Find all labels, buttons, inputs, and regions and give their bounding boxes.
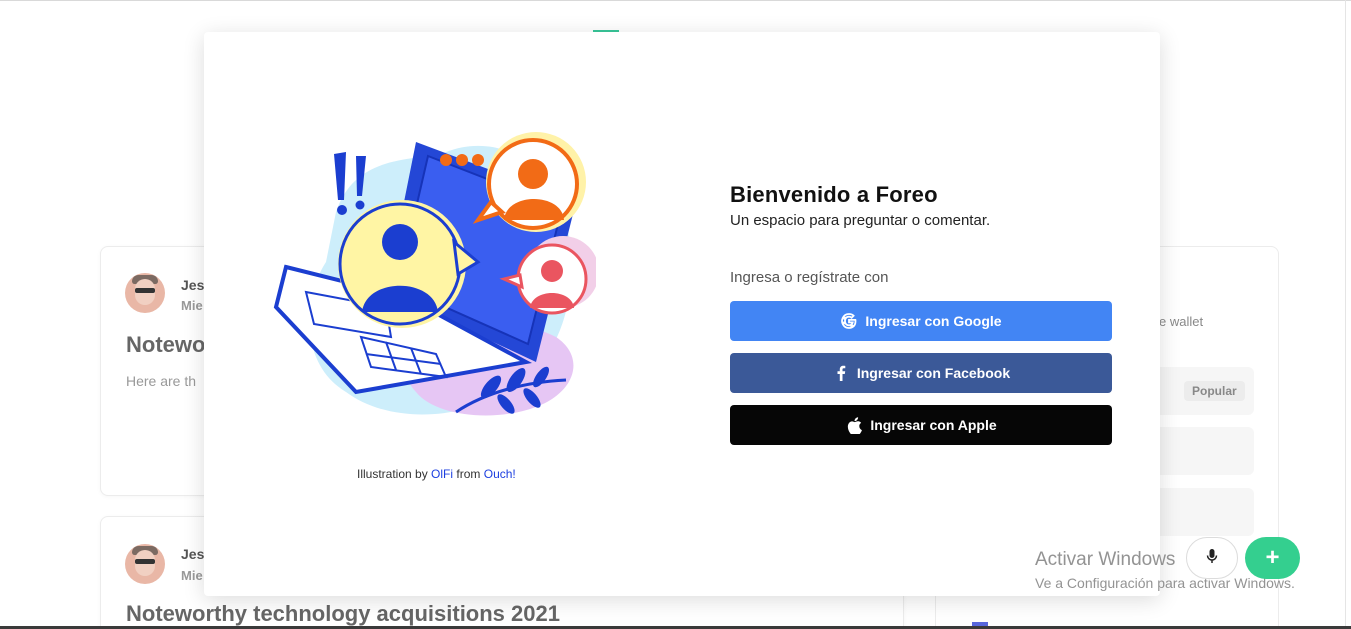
facebook-login-label: Ingresar con Facebook: [856, 365, 1011, 381]
sidebar-text: e wallet: [1159, 314, 1204, 329]
modal-title: Bienvenido a Foreo: [730, 182, 938, 207]
modal-subtitle: Un espacio para preguntar o comentar.: [730, 212, 991, 229]
post-author[interactable]: Jes: [181, 546, 204, 562]
credit-artist-link[interactable]: OlFi: [431, 467, 453, 481]
post-author[interactable]: Jes: [181, 277, 204, 293]
post-title[interactable]: Noteworthy technology acquisitions 2021: [126, 601, 560, 627]
google-login-label: Ingresar con Google: [865, 313, 1002, 329]
popular-badge: Popular: [1184, 381, 1245, 401]
post-meta: Mie: [181, 568, 203, 583]
avatar[interactable]: [125, 544, 165, 584]
apple-login-label: Ingresar con Apple: [870, 417, 997, 433]
apple-login-button[interactable]: Ingresar con Apple: [730, 405, 1112, 445]
microphone-icon: [1206, 548, 1218, 569]
top-border: [0, 0, 1351, 1]
post-excerpt: Here are th: [126, 373, 197, 389]
credit-source-link[interactable]: Ouch!: [484, 467, 516, 481]
post-meta: Mie: [181, 298, 203, 313]
google-icon: [840, 312, 858, 330]
login-modal: Illustration by OlFi from Ouch! Bienveni…: [204, 32, 1160, 596]
facebook-login-button[interactable]: Ingresar con Facebook: [730, 353, 1112, 393]
apple-icon: [845, 416, 863, 434]
post-title[interactable]: Notewo: [126, 332, 205, 358]
add-button[interactable]: +: [1245, 537, 1300, 579]
signin-prompt: Ingresa o regístrate con: [730, 269, 889, 286]
credit-middle: from: [456, 467, 481, 481]
avatar[interactable]: [125, 273, 165, 313]
welcome-block: Bienvenido a Foreo Un espacio para pregu…: [730, 182, 1120, 229]
scrollbar-track: [1345, 0, 1346, 629]
illustration-image: [273, 132, 596, 416]
illustration-credit: Illustration by OlFi from Ouch!: [357, 467, 516, 481]
watermark-subtitle: Ve a Configuración para activar Windows.: [1035, 575, 1295, 591]
google-login-button[interactable]: Ingresar con Google: [730, 301, 1112, 341]
facebook-icon: [832, 364, 850, 382]
credit-prefix: Illustration by: [357, 467, 428, 481]
microphone-button[interactable]: [1186, 537, 1238, 579]
